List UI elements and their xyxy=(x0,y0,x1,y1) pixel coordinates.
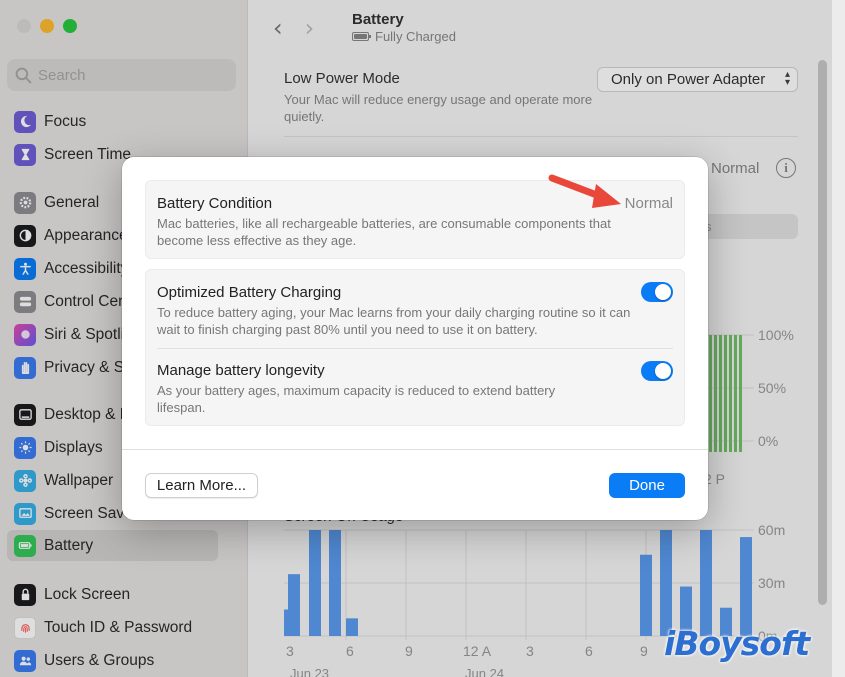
system-settings-window: Focus Screen Time General Appearance Acc… xyxy=(0,0,832,677)
iboysoft-watermark-logo: iBoysoft xyxy=(664,624,810,663)
battery-condition-value: Normal xyxy=(624,195,673,212)
optimized-charging-description: To reduce battery aging, your Mac learns… xyxy=(157,305,631,337)
battery-condition-title: Battery Condition xyxy=(157,195,273,212)
divider xyxy=(122,449,708,450)
charging-options-card: Optimized Battery Charging To reduce bat… xyxy=(145,269,685,426)
battery-longevity-description: As your battery ages, maximum capacity i… xyxy=(157,383,556,415)
annotation-arrow-icon xyxy=(548,174,621,208)
optimized-charging-title: Optimized Battery Charging xyxy=(157,284,342,301)
battery-condition-description: Mac batteries, like all rechargeable bat… xyxy=(157,216,611,248)
learn-more-button[interactable]: Learn More... xyxy=(145,473,258,498)
divider xyxy=(157,348,673,349)
optimized-charging-toggle[interactable] xyxy=(641,282,673,302)
done-button[interactable]: Done xyxy=(609,473,685,498)
battery-longevity-toggle[interactable] xyxy=(641,361,673,381)
battery-longevity-title: Manage battery longevity xyxy=(157,362,325,379)
